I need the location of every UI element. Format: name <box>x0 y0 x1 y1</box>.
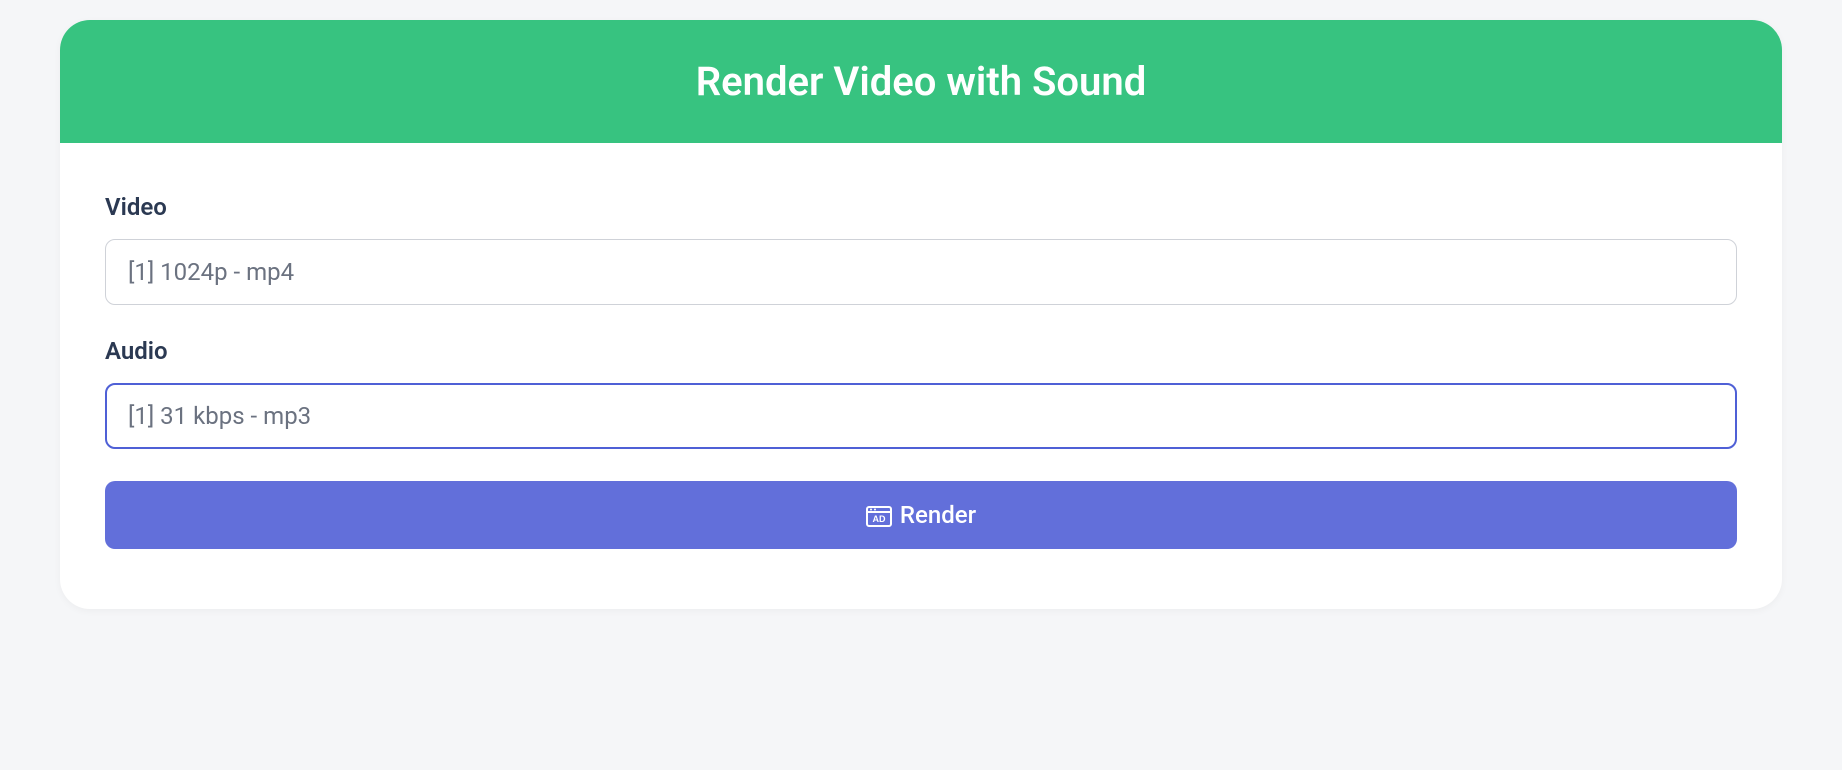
svg-text:AD: AD <box>872 514 885 524</box>
video-group: Video <box>105 193 1737 305</box>
card-header: Render Video with Sound <box>60 20 1782 143</box>
audio-input[interactable] <box>105 383 1737 449</box>
render-button[interactable]: AD Render <box>105 481 1737 549</box>
render-button-label: Render <box>900 501 976 529</box>
render-icon: AD <box>866 503 892 527</box>
audio-label: Audio <box>105 337 1737 365</box>
render-card: Render Video with Sound Video Audio AD R… <box>60 20 1782 609</box>
audio-group: Audio <box>105 337 1737 449</box>
video-input[interactable] <box>105 239 1737 305</box>
card-body: Video Audio AD Render <box>60 143 1782 609</box>
video-label: Video <box>105 193 1737 221</box>
card-title: Render Video with Sound <box>696 58 1147 105</box>
